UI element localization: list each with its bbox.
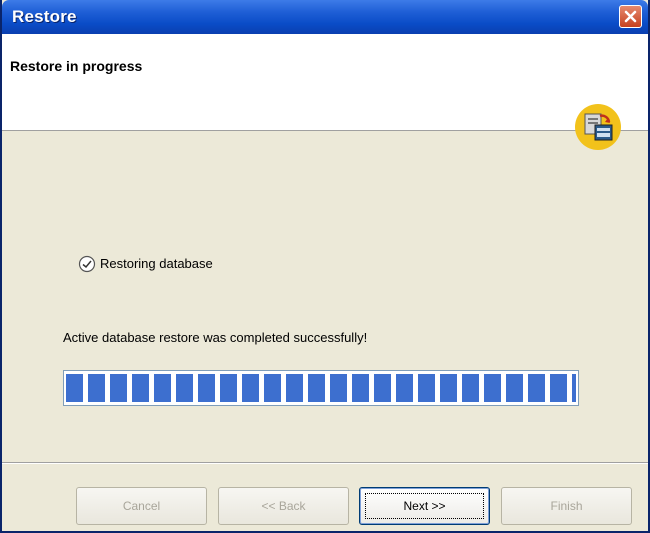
check-circle-icon [78,255,96,273]
next-button-label: Next >> [403,499,446,513]
progress-bar [63,370,579,406]
progress-fill [66,374,576,402]
restore-dialog: Restore Restore in progress Restoring da… [0,0,650,533]
status-text: Restoring database [100,256,213,271]
completion-message: Active database restore was completed su… [63,330,368,345]
restore-archive-icon [575,104,621,150]
cancel-button[interactable]: Cancel [76,487,207,525]
page-title: Restore in progress [10,58,143,74]
next-button[interactable]: Next >> [359,487,490,525]
finish-button[interactable]: Finish [501,487,632,525]
close-icon [624,10,637,23]
wizard-header: Restore in progress [2,34,648,150]
footer-divider [2,462,648,464]
title-bar[interactable]: Restore [2,0,648,34]
close-button[interactable] [619,5,642,28]
window-title: Restore [12,7,77,26]
back-button[interactable]: << Back [218,487,349,525]
